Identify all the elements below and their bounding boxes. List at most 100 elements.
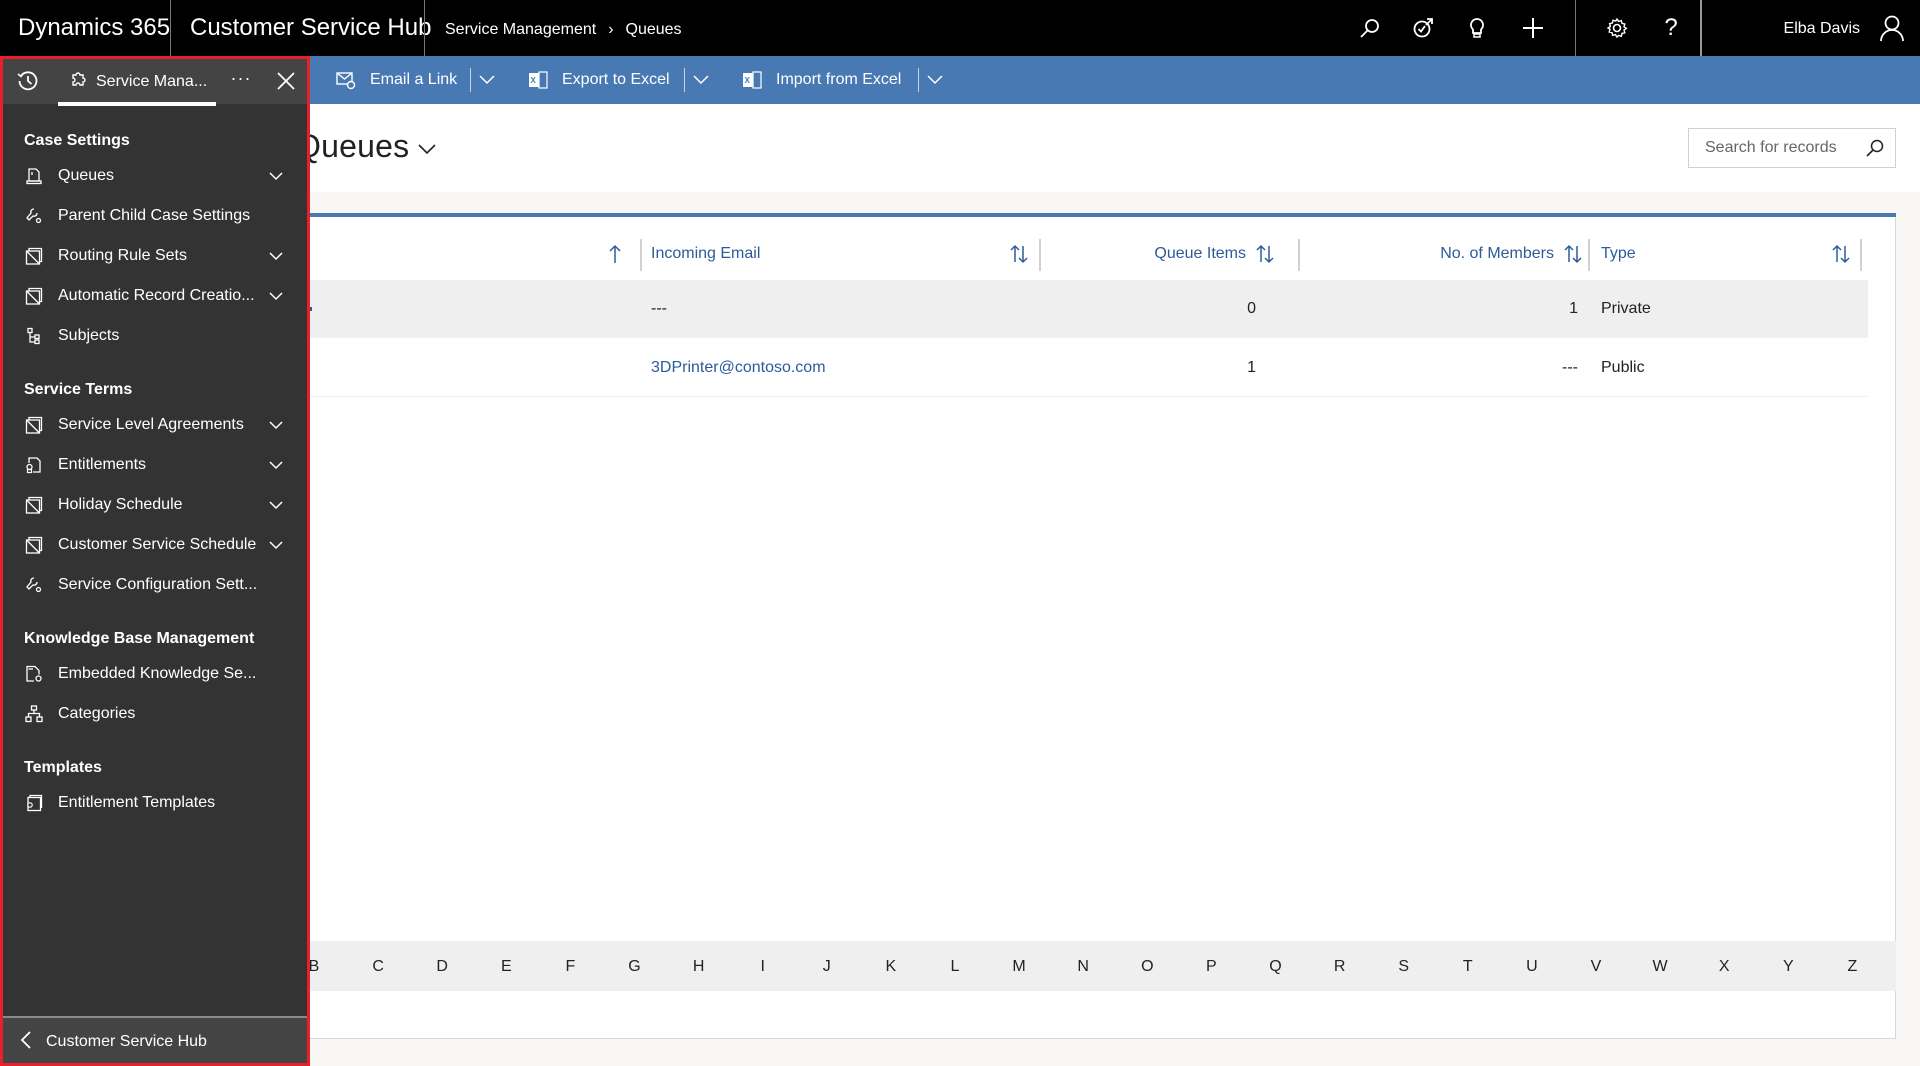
chevron-down-icon[interactable] [269,418,283,432]
sidebar-item-categories[interactable]: Categories [3,694,307,734]
help-icon[interactable]: ? [1657,14,1685,42]
alphabet-filter-w[interactable]: W [1653,941,1668,993]
alphabet-filter-e[interactable]: E [501,941,512,993]
alphabet-filter-b[interactable]: B [309,941,320,993]
alphabet-filter-c[interactable]: C [372,941,384,993]
chevron-down-icon[interactable] [269,458,283,472]
top-navigation-bar: Dynamics 365 Customer Service Hub Servic… [0,0,1920,56]
chevron-down-icon[interactable] [269,169,283,183]
search-icon[interactable] [1865,138,1885,158]
sidebar-item-entitlements[interactable]: Entitlements [3,445,307,485]
dynamics-365-brand[interactable]: Dynamics 365 [18,0,170,56]
chevron-down-icon[interactable] [269,249,283,263]
sidebar-item-parent-child-case-settings[interactable]: Parent Child Case Settings [3,196,307,236]
user-avatar-icon[interactable] [1878,14,1906,42]
email-a-link-dropdown-chevron-icon[interactable] [475,56,499,104]
alphabet-filter-h[interactable]: H [693,941,705,993]
column-header-queue-items[interactable]: Queue Items [1050,229,1276,279]
alphabet-filter-y[interactable]: Y [1783,941,1794,993]
gear-icon[interactable] [1603,14,1631,42]
sidebar-item-customer-service-schedule[interactable]: Customer Service Schedule [3,525,307,565]
column-header-members[interactable]: No. of Members [1308,229,1584,279]
alphabet-filter-d[interactable]: D [436,941,448,993]
grid-accent-line [308,213,1896,217]
view-selector-chevron-icon[interactable] [416,138,438,160]
app-name[interactable]: Customer Service Hub [190,0,431,56]
sidebar-item-service-configuration-sett[interactable]: Service Configuration Sett... [3,565,307,605]
alphabet-filter-j[interactable]: J [823,941,831,993]
recent-history-icon[interactable] [16,69,40,93]
alphabet-filter-s[interactable]: S [1398,941,1409,993]
column-divider[interactable] [1588,239,1590,271]
sidebar-tab-service-management[interactable]: Service Mana... [58,59,216,106]
alphabet-filter-i[interactable]: I [760,941,764,993]
sidebar-item-label: Parent Child Case Settings [58,207,251,224]
chevron-down-icon[interactable] [269,498,283,512]
alphabet-filter-k[interactable]: K [886,941,897,993]
column-divider[interactable] [1039,239,1041,271]
main-content: Queues Incoming Email [296,104,1920,1066]
search-records-input[interactable] [1689,129,1849,167]
alphabet-filter-f[interactable]: F [566,941,576,993]
column-divider[interactable] [640,239,642,271]
sidebar-item-routing-rule-sets[interactable]: Routing Rule Sets [3,236,307,276]
column-header-incoming-email[interactable]: Incoming Email [651,229,1041,279]
import-from-excel-button[interactable]: X Import from Excel [742,56,901,104]
alphabet-filter-q[interactable]: Q [1269,941,1281,993]
user-name[interactable]: Elba Davis [1784,0,1860,58]
column-divider[interactable] [1860,239,1862,271]
sort-both-icon[interactable] [1830,229,1854,279]
breadcrumb-service-management[interactable]: Service Management [445,0,596,56]
export-to-excel-button[interactable]: X Export to Excel [528,56,670,104]
column-header-name[interactable] [308,229,630,279]
chevron-down-icon[interactable] [269,289,283,303]
breadcrumb-queues[interactable]: Queues [626,0,682,56]
sidebar-item-service-level-agreements[interactable]: Service Level Agreements [3,405,307,445]
alphabet-filter-u[interactable]: U [1526,941,1538,993]
lightbulb-icon[interactable] [1463,14,1491,42]
more-options-icon[interactable]: ··· [227,65,255,95]
cell-type: Private [1601,300,1651,317]
sort-both-icon[interactable] [1008,229,1036,279]
table-row[interactable]: 3DPrinter@contoso.com 1 --- Public [308,339,1868,397]
table-row[interactable]: --- 0 1 Private [308,280,1868,338]
sidebar-group-title: Templates [24,759,102,776]
alphabet-filter-l[interactable]: L [951,941,960,993]
column-header-type[interactable]: Type [1601,229,1831,279]
sidebar-item-holiday-schedule[interactable]: Holiday Schedule [3,485,307,525]
alphabet-filter-r[interactable]: R [1334,941,1346,993]
plus-icon[interactable] [1519,14,1547,42]
sidebar-item-automatic-record-creatio[interactable]: Automatic Record Creatio... [3,276,307,316]
sidebar-item-embedded-knowledge-se[interactable]: Embedded Knowledge Se... [3,654,307,694]
puzzle-icon [70,70,88,88]
alphabet-filter-g[interactable]: G [628,941,640,993]
breadcrumb-chevron-icon: › [608,21,614,38]
alphabet-filter-o[interactable]: O [1141,941,1153,993]
chevron-down-icon[interactable] [269,538,283,552]
export-to-excel-dropdown-chevron-icon[interactable] [689,56,713,104]
tree-icon [25,327,43,345]
task-flow-icon[interactable] [1409,14,1437,42]
area-switcher-customer-service-hub[interactable]: Customer Service Hub [3,1016,307,1063]
alphabet-filter-n[interactable]: N [1077,941,1089,993]
alphabet-filter-m[interactable]: M [1012,941,1025,993]
column-divider[interactable] [1298,239,1300,271]
alphabet-filter-p[interactable]: P [1206,941,1217,993]
sidebar-item-entitlement-templates[interactable]: Entitlement Templates [3,783,307,823]
sort-ascending-icon[interactable] [606,243,624,265]
incoming-email-link[interactable]: 3DPrinter@contoso.com [651,359,826,376]
alphabet-filter-v[interactable]: V [1591,941,1602,993]
sidebar-item-queues[interactable]: Queues [3,156,307,196]
divider [684,68,685,92]
close-icon[interactable] [275,70,297,92]
sort-both-icon [1564,244,1582,264]
alphabet-filter-t[interactable]: T [1463,941,1473,993]
entity-icon [25,247,43,265]
search-icon[interactable] [1356,14,1384,42]
sidebar-item-subjects[interactable]: Subjects [3,316,307,356]
alphabet-filter-z[interactable]: Z [1848,941,1858,993]
import-from-excel-dropdown-chevron-icon[interactable] [923,56,947,104]
alphabet-filter-x[interactable]: X [1719,941,1730,993]
email-a-link-button[interactable]: Email a Link [336,56,457,104]
sort-both-icon [1256,244,1274,264]
